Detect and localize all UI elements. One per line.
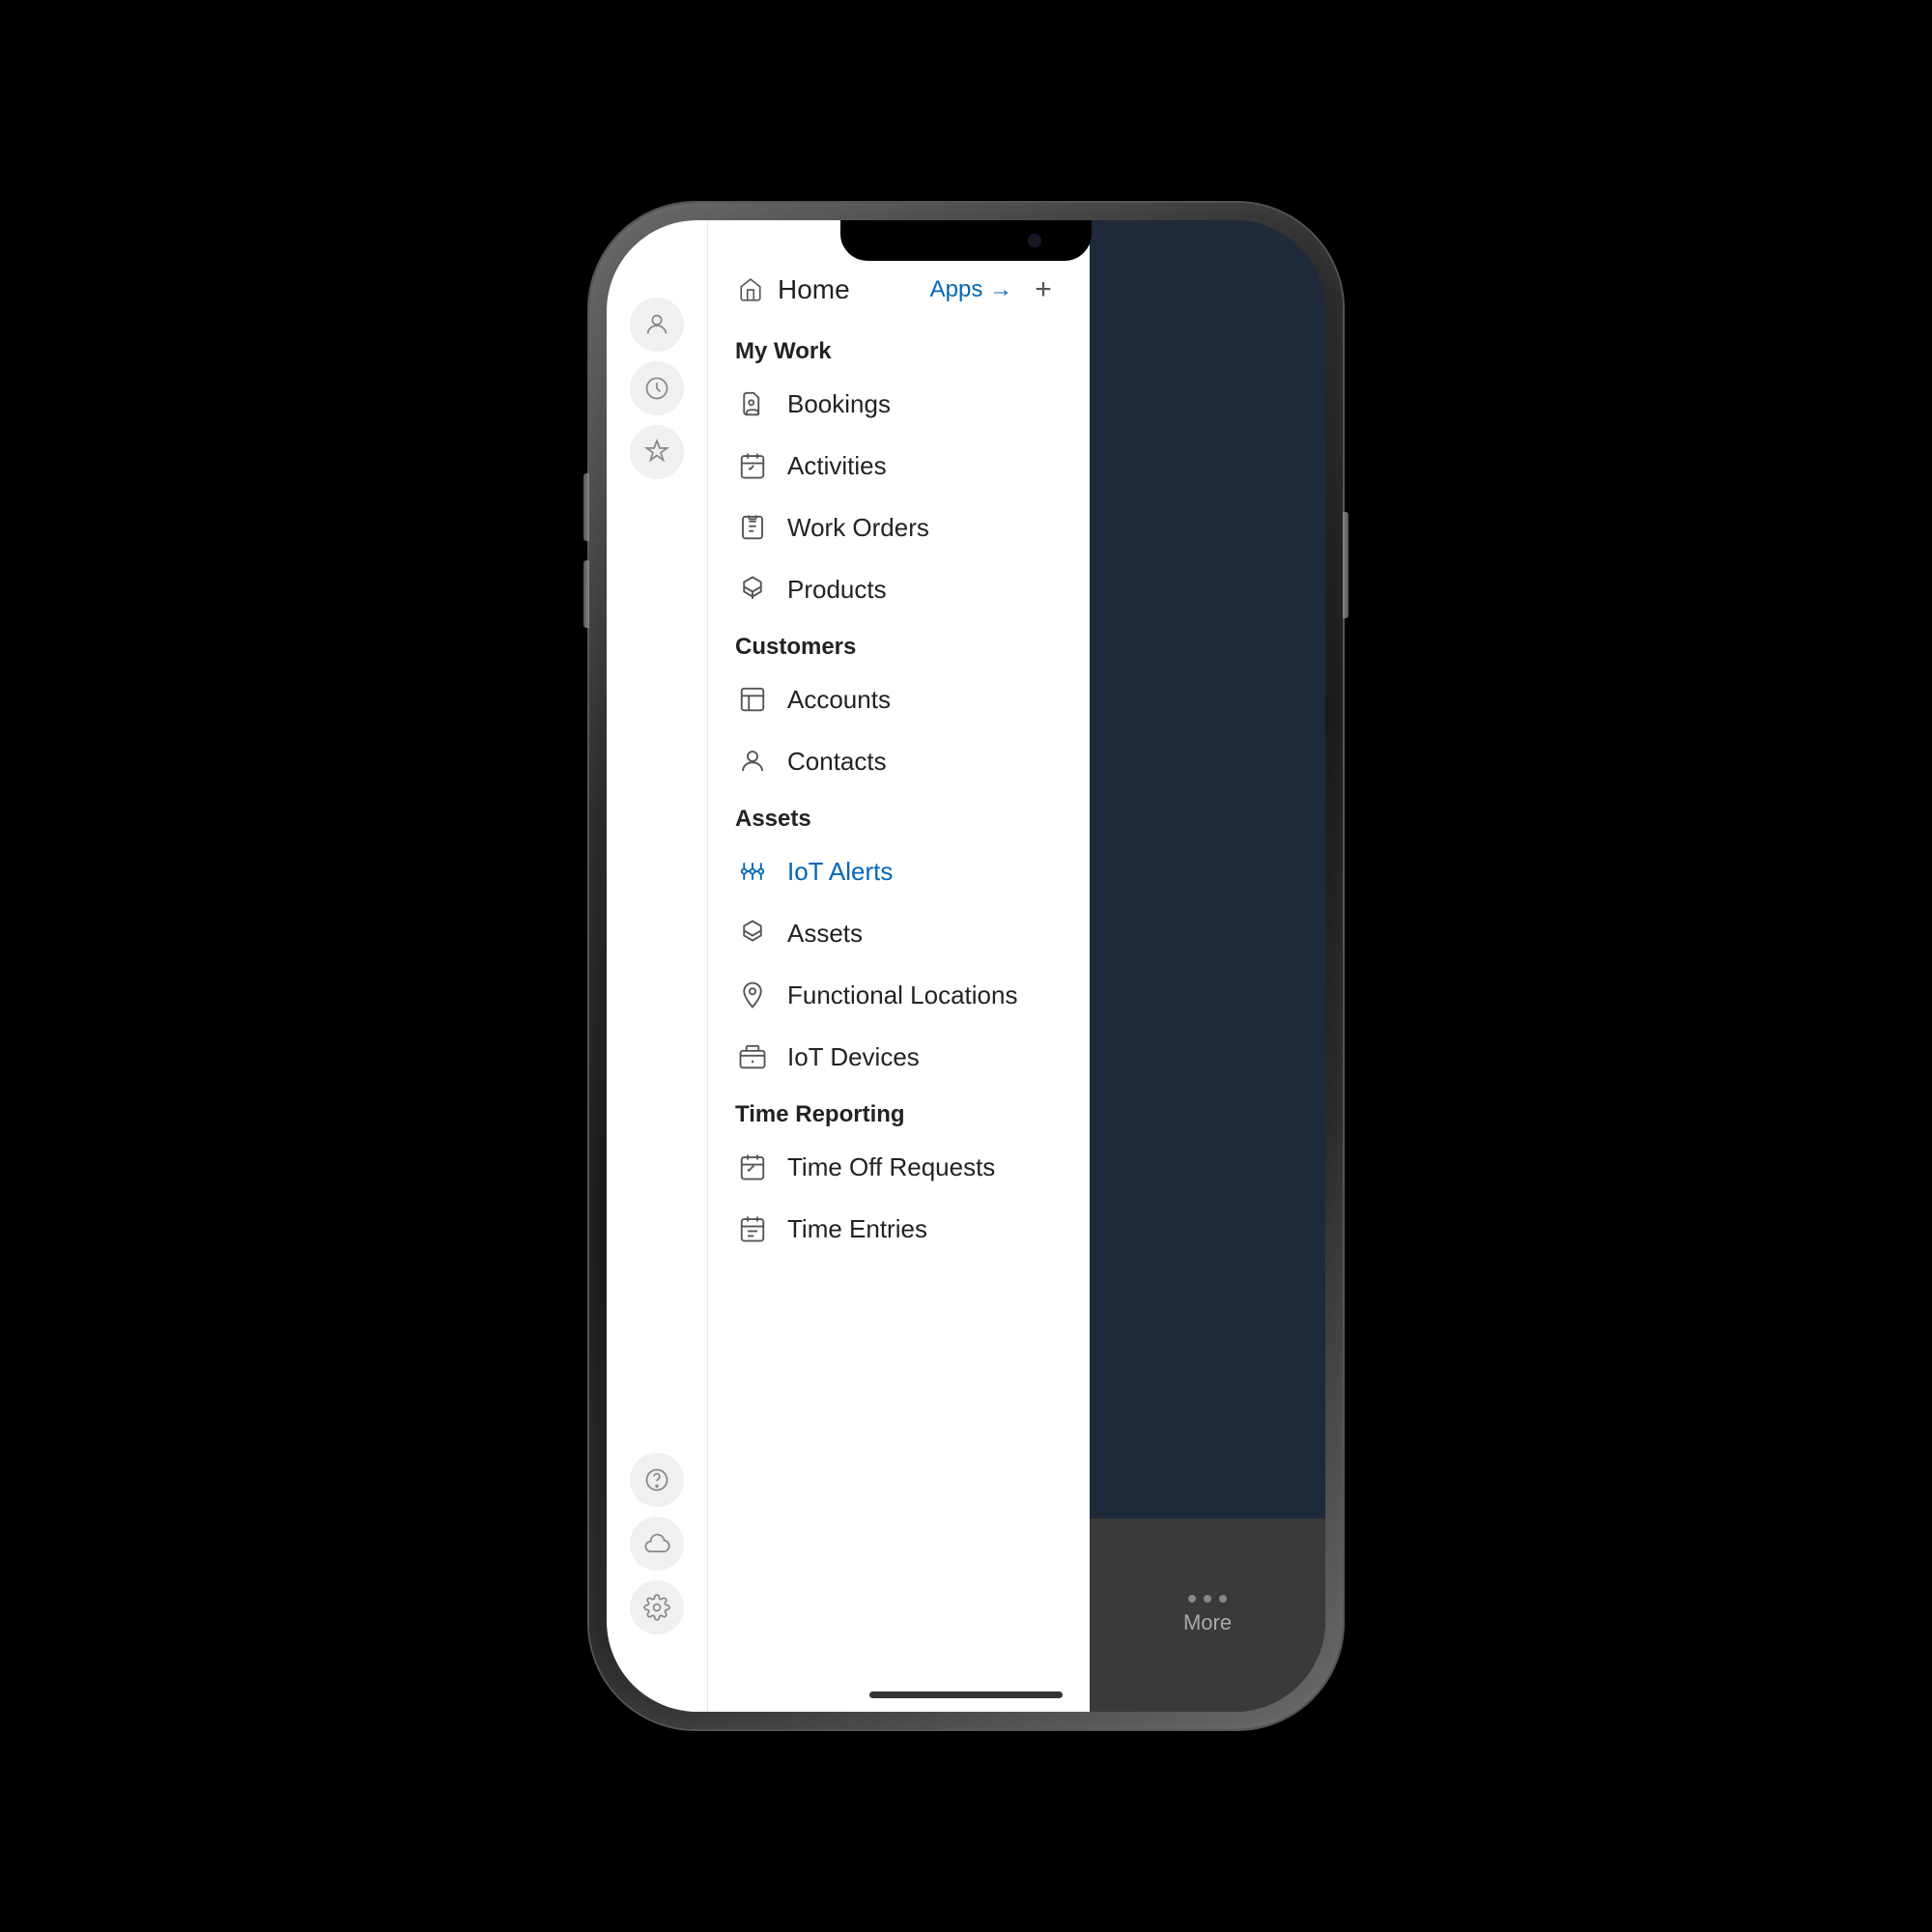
power-button[interactable] — [1343, 512, 1349, 618]
bookings-item[interactable]: Bookings — [708, 373, 1090, 435]
activities-item[interactable]: Activities — [708, 435, 1090, 497]
accounts-item[interactable]: Accounts — [708, 668, 1090, 730]
right-panel: More — [1090, 220, 1325, 1712]
sidebar-pin-icon[interactable] — [630, 425, 684, 479]
more-label[interactable]: More — [1183, 1610, 1232, 1635]
assets-label: Assets — [787, 919, 863, 949]
dot-2 — [1204, 1595, 1211, 1603]
work-orders-icon — [735, 510, 770, 545]
sidebar — [607, 220, 708, 1712]
notch — [840, 220, 1092, 261]
sidebar-cloud-icon[interactable] — [630, 1517, 684, 1571]
accounts-label: Accounts — [787, 685, 891, 715]
activities-icon — [735, 448, 770, 483]
time-reporting-section-header: Time Reporting — [708, 1088, 1090, 1136]
assets-icon — [735, 916, 770, 951]
time-entries-label: Time Entries — [787, 1214, 927, 1244]
sidebar-settings-icon[interactable] — [630, 1580, 684, 1634]
right-panel-top — [1090, 220, 1325, 510]
screen-content: Home Apps → + My Work Bookings Act — [607, 220, 1325, 1712]
contacts-icon — [735, 744, 770, 779]
iot-devices-icon — [735, 1039, 770, 1074]
accounts-icon — [735, 682, 770, 717]
home-label[interactable]: Home — [778, 274, 919, 305]
customers-section-header: Customers — [708, 620, 1090, 668]
sidebar-clock-icon[interactable] — [630, 361, 684, 415]
time-off-requests-icon — [735, 1150, 770, 1184]
bookings-label: Bookings — [787, 389, 891, 419]
products-icon — [735, 572, 770, 607]
iot-alerts-label: IoT Alerts — [787, 857, 893, 887]
work-orders-item[interactable]: Work Orders — [708, 497, 1090, 558]
menu-panel: Home Apps → + My Work Bookings Act — [708, 220, 1090, 1712]
time-off-requests-label: Time Off Requests — [787, 1152, 995, 1182]
add-button[interactable]: + — [1024, 270, 1063, 309]
contacts-label: Contacts — [787, 747, 887, 777]
sidebar-help-icon[interactable] — [630, 1453, 684, 1507]
dot-3 — [1219, 1595, 1227, 1603]
volume-down-button[interactable] — [583, 560, 589, 628]
activities-label: Activities — [787, 451, 887, 481]
products-label: Products — [787, 575, 887, 605]
work-orders-label: Work Orders — [787, 513, 929, 543]
phone-screen: Home Apps → + My Work Bookings Act — [607, 220, 1325, 1712]
home-indicator[interactable] — [869, 1691, 1063, 1698]
dot-1 — [1188, 1595, 1196, 1603]
functional-locations-item[interactable]: Functional Locations — [708, 964, 1090, 1026]
bookings-icon — [735, 386, 770, 421]
volume-up-button[interactable] — [583, 473, 589, 541]
dots-row — [1188, 1595, 1227, 1603]
sidebar-user-icon[interactable] — [630, 298, 684, 352]
iot-alerts-item[interactable]: IoT Alerts — [708, 840, 1090, 902]
assets-section-header: Assets — [708, 792, 1090, 840]
assets-item[interactable]: Assets — [708, 902, 1090, 964]
time-off-requests-item[interactable]: Time Off Requests — [708, 1136, 1090, 1198]
contacts-item[interactable]: Contacts — [708, 730, 1090, 792]
time-entries-item[interactable]: Time Entries — [708, 1198, 1090, 1260]
right-panel-content: More — [1090, 1519, 1325, 1712]
apps-link[interactable]: Apps → — [930, 276, 1012, 303]
my-work-section-header: My Work — [708, 325, 1090, 373]
functional-locations-icon — [735, 978, 770, 1012]
iot-devices-item[interactable]: IoT Devices — [708, 1026, 1090, 1088]
products-item[interactable]: Products — [708, 558, 1090, 620]
home-icon — [735, 274, 766, 305]
functional-locations-label: Functional Locations — [787, 980, 1017, 1010]
iot-devices-label: IoT Devices — [787, 1042, 920, 1072]
phone-frame: Home Apps → + My Work Bookings Act — [589, 203, 1343, 1729]
iot-alerts-icon — [735, 854, 770, 889]
time-entries-icon — [735, 1211, 770, 1246]
